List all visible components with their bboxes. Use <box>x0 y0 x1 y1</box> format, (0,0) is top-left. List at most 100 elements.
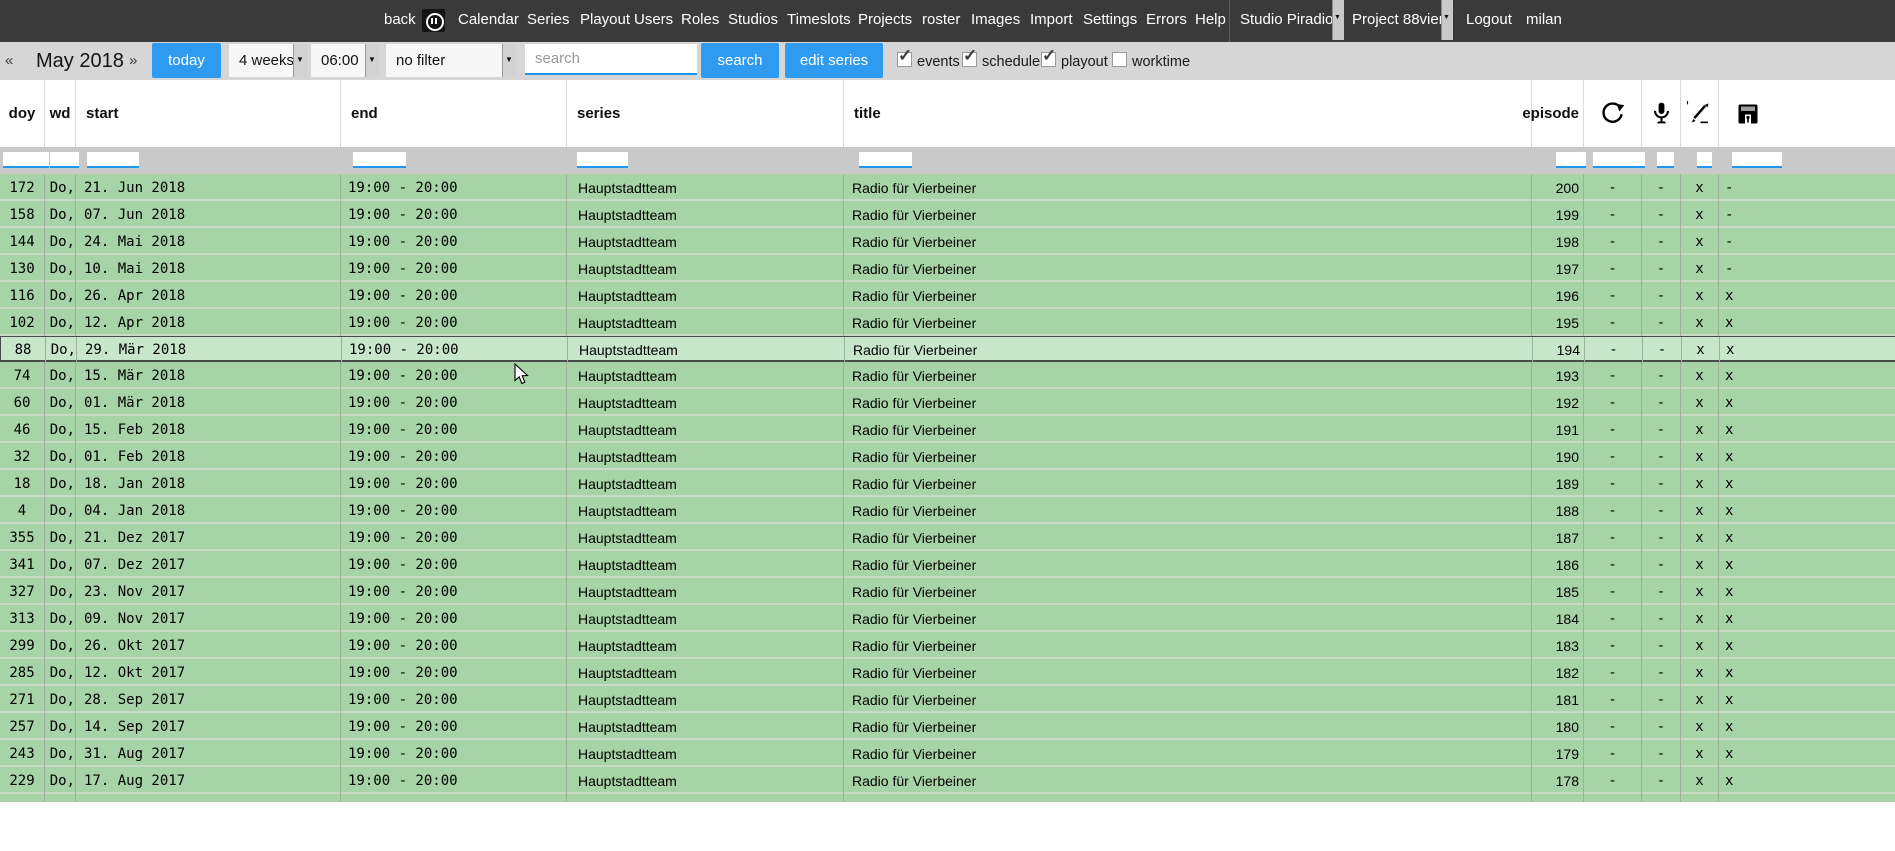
table-row-hovered[interactable]: 88Do,29. Mär 201819:00 - 20:00Hauptstadt… <box>0 336 1895 362</box>
wd-cell: Do, <box>44 389 75 416</box>
table-row[interactable]: 299Do,26. Okt 201719:00 - 20:00Hauptstad… <box>0 632 1895 659</box>
column-header-save[interactable] <box>1718 80 1895 147</box>
studio-select-arrow[interactable]: ▼ <box>1332 0 1344 40</box>
table-row[interactable]: 271Do,28. Sep 201719:00 - 20:00Hauptstad… <box>0 686 1895 713</box>
project-select[interactable]: Project 88vier ▼ <box>1352 0 1452 40</box>
series-cell: Hauptstadtteam <box>566 632 843 659</box>
nav-import[interactable]: Import <box>1030 11 1073 28</box>
rerun-cell: - <box>1583 389 1641 416</box>
column-header-start[interactable]: start <box>75 80 340 147</box>
table-row[interactable]: 102Do,12. Apr 201819:00 - 20:00Hauptstad… <box>0 309 1895 336</box>
column-header-episode[interactable]: episode <box>1531 80 1583 147</box>
nav-help[interactable]: Help <box>1195 11 1226 28</box>
search-button[interactable]: search <box>701 43 779 78</box>
nav-playout[interactable]: Playout <box>580 11 630 28</box>
nav-studios[interactable]: Studios <box>728 11 778 28</box>
table-row[interactable]: 46Do,15. Feb 201819:00 - 20:00Hauptstadt… <box>0 416 1895 443</box>
filter-save-input[interactable] <box>1732 152 1782 168</box>
table-row[interactable]: 355Do,21. Dez 201719:00 - 20:00Hauptstad… <box>0 524 1895 551</box>
mic-cell: - <box>1641 605 1680 632</box>
table-row[interactable]: 327Do,23. Nov 201719:00 - 20:00Hauptstad… <box>0 578 1895 605</box>
prev-month-button[interactable]: « <box>5 52 13 69</box>
time-select[interactable]: 06:00 ▼ <box>311 44 379 77</box>
column-header-edit[interactable] <box>1680 80 1718 147</box>
column-header-rerun[interactable] <box>1583 80 1641 147</box>
studio-select[interactable]: Studio Piradio ▼ <box>1240 0 1343 40</box>
table-row[interactable]: 229Do,17. Aug 201719:00 - 20:00Hauptstad… <box>0 767 1895 794</box>
filter-title-input[interactable] <box>859 152 912 168</box>
nav-timeslots[interactable]: Timeslots <box>787 11 851 28</box>
table-row[interactable]: 257Do,14. Sep 201719:00 - 20:00Hauptstad… <box>0 713 1895 740</box>
filter-mic-input[interactable] <box>1657 152 1674 168</box>
range-select-arrow[interactable]: ▼ <box>293 44 307 77</box>
edit-series-button[interactable]: edit series <box>785 43 883 78</box>
table-row[interactable]: 313Do,09. Nov 201719:00 - 20:00Hauptstad… <box>0 605 1895 632</box>
time-select-arrow[interactable]: ▼ <box>365 44 379 77</box>
table-row[interactable]: 116Do,26. Apr 201819:00 - 20:00Hauptstad… <box>0 282 1895 309</box>
series-cell: Hauptstadtteam <box>566 605 843 632</box>
table-row[interactable]: 172Do,21. Jun 201819:00 - 20:00Hauptstad… <box>0 174 1895 201</box>
filter-start-input[interactable] <box>87 152 139 168</box>
table-row[interactable]: 74Do,15. Mär 201819:00 - 20:00Hauptstadt… <box>0 362 1895 389</box>
nav-images[interactable]: Images <box>971 11 1020 28</box>
nav-users[interactable]: Users <box>634 11 673 28</box>
nav-back[interactable]: back <box>384 11 416 28</box>
search-input[interactable] <box>525 44 697 75</box>
end-cell: 19:00 - 20:00 <box>340 255 566 282</box>
next-month-button[interactable]: » <box>129 52 137 69</box>
table-row[interactable]: 4Do,04. Jan 201819:00 - 20:00Hauptstadtt… <box>0 497 1895 524</box>
schedule-checkbox[interactable]: ✓ <box>962 52 977 67</box>
playout-checkbox[interactable]: ✓ <box>1041 52 1056 67</box>
start-cell: 29. Mär 2018 <box>76 337 341 363</box>
column-header-title[interactable]: title <box>843 80 1531 147</box>
column-header-microphone[interactable] <box>1641 80 1680 147</box>
end-cell: 19:00 - 20:00 <box>340 578 566 605</box>
top-nav-bar: back Calendar Series Playout Users Roles… <box>0 0 1895 42</box>
column-header-end[interactable]: end <box>340 80 566 147</box>
filter-rerun-input[interactable] <box>1593 152 1645 168</box>
filter-series-input[interactable] <box>577 152 628 168</box>
nav-series[interactable]: Series <box>527 11 570 28</box>
nav-settings[interactable]: Settings <box>1083 11 1137 28</box>
table-row[interactable]: 60Do,01. Mär 201819:00 - 20:00Hauptstadt… <box>0 389 1895 416</box>
rerun-cell: - <box>1584 337 1642 363</box>
filter-wd-input[interactable] <box>50 152 79 168</box>
worktime-checkbox[interactable] <box>1112 52 1127 67</box>
nav-roster[interactable]: roster <box>922 11 960 28</box>
nav-calendar[interactable]: Calendar <box>458 11 519 28</box>
filter-episode-input[interactable] <box>1556 152 1586 168</box>
table-row[interactable]: 243Do,31. Aug 201719:00 - 20:00Hauptstad… <box>0 740 1895 767</box>
piradio-logo-icon[interactable] <box>422 9 445 32</box>
logout-button[interactable]: Logout <box>1466 11 1512 28</box>
table-row[interactable]: 144Do,24. Mai 201819:00 - 20:00Hauptstad… <box>0 228 1895 255</box>
edit-cell: x <box>1680 228 1718 255</box>
filter-doy-input[interactable] <box>3 152 49 168</box>
nav-roles[interactable]: Roles <box>681 11 719 28</box>
filter-select[interactable]: no filter ▼ <box>386 44 516 77</box>
range-select[interactable]: 4 weeks ▼ <box>229 44 307 77</box>
wd-cell <box>44 794 75 802</box>
project-select-arrow[interactable]: ▼ <box>1441 0 1453 40</box>
nav-projects[interactable]: Projects <box>858 11 912 28</box>
today-button[interactable]: today <box>152 43 221 78</box>
mic-cell: - <box>1641 659 1680 686</box>
table-row[interactable]: 18Do,18. Jan 201819:00 - 20:00Hauptstadt… <box>0 470 1895 497</box>
filter-end-input[interactable] <box>353 152 406 168</box>
rerun-cell: - <box>1583 282 1641 309</box>
table-row[interactable]: 341Do,07. Dez 201719:00 - 20:00Hauptstad… <box>0 551 1895 578</box>
title-cell: Radio für Vierbeiner <box>844 337 1532 363</box>
table-row[interactable]: 130Do,10. Mai 201819:00 - 20:00Hauptstad… <box>0 255 1895 282</box>
filter-edit-input[interactable] <box>1697 152 1712 168</box>
column-header-doy[interactable]: doy <box>0 80 44 147</box>
events-checkbox[interactable]: ✓ <box>897 52 912 67</box>
column-header-wd[interactable]: wd <box>44 80 75 147</box>
nav-errors[interactable]: Errors <box>1146 11 1187 28</box>
table-row[interactable]: 32Do,01. Feb 201819:00 - 20:00Hauptstadt… <box>0 443 1895 470</box>
series-cell: Hauptstadtteam <box>566 201 843 228</box>
filter-select-arrow[interactable]: ▼ <box>502 44 516 77</box>
table-row[interactable]: 285Do,12. Okt 201719:00 - 20:00Hauptstad… <box>0 659 1895 686</box>
column-header-series[interactable]: series <box>566 80 843 147</box>
edit-cell: x <box>1680 282 1718 309</box>
table-row[interactable]: 158Do,07. Jun 201819:00 - 20:00Hauptstad… <box>0 201 1895 228</box>
doy-cell: 74 <box>0 362 44 389</box>
